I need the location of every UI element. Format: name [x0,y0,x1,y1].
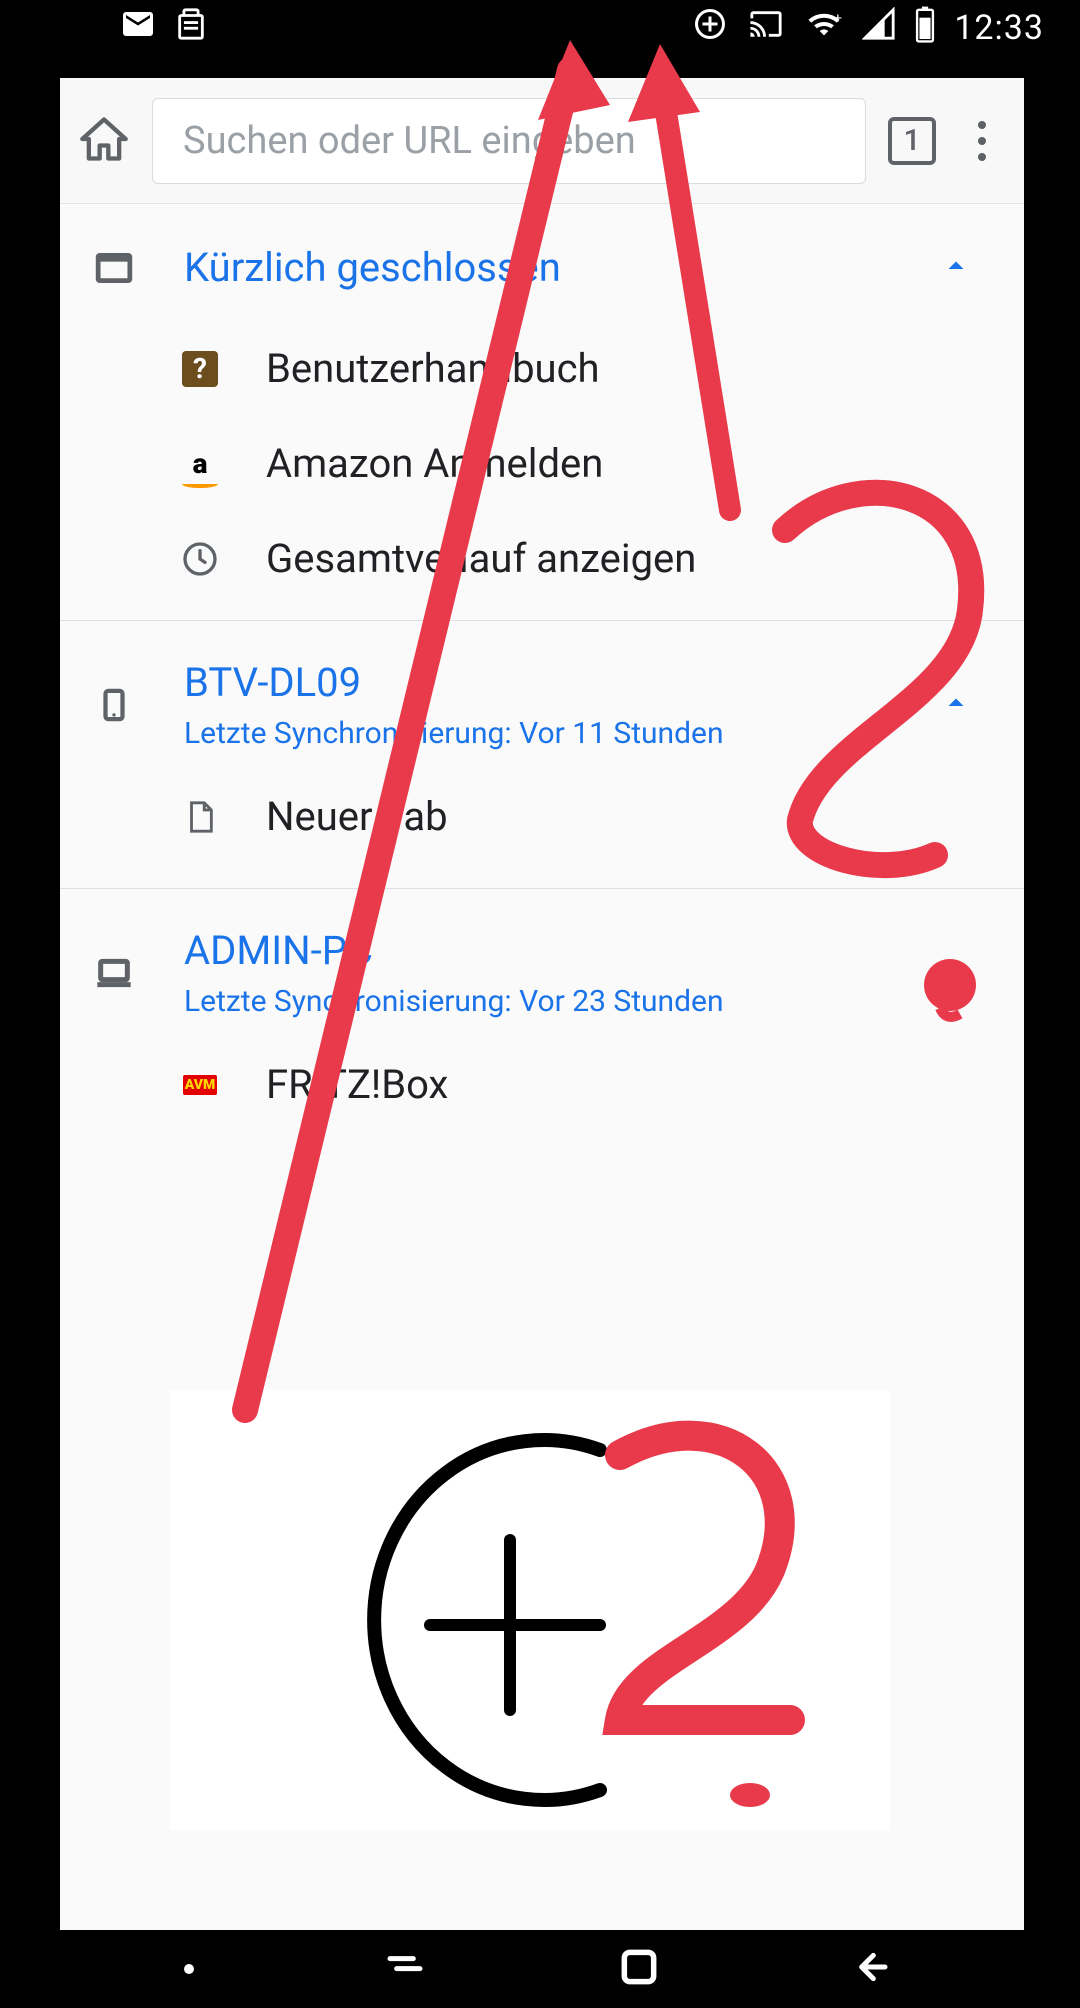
list-item[interactable]: ? Benutzerhandbuch [60,321,1024,416]
item-label: Benutzerhandbuch [266,345,600,392]
page-icon [180,797,220,837]
item-label: FRITZ!Box [266,1061,448,1108]
overflow-menu-button[interactable] [958,121,1006,161]
section-recently-closed[interactable]: Kürzlich geschlossen [60,204,1024,321]
section-device[interactable]: ADMIN-PC Letzte Synchronisierung: Vor 23… [60,897,1024,1027]
tabs-count: 1 [903,123,920,158]
clock-icon [180,539,220,579]
item-label: Amazon Anmelden [266,440,603,487]
device-sync-status: Letzte Synchronisierung: Vor 23 Stunden [184,984,892,1019]
clipboard-icon [174,5,208,52]
device-sync-status: Letzte Synchronisierung: Vor 11 Stunden [184,716,892,751]
chevron-up-icon[interactable] [938,248,974,288]
divider [60,888,1024,889]
recently-closed-icon [90,249,138,287]
list-item[interactable]: Neuer Tab [60,759,1024,874]
url-bar[interactable]: Suchen oder URL eingeben [152,98,866,184]
android-status-bar: + 12:33 [0,0,1080,56]
status-clock: 12:33 [954,8,1044,48]
android-nav-bar [0,1930,1080,2008]
fritzbox-favicon: AVM [180,1065,220,1105]
laptop-icon [90,953,138,993]
nav-indicator-dot [184,1964,194,1974]
annotation-sketch-panel [170,1390,890,1830]
item-label: Neuer Tab [266,793,448,840]
divider [60,620,1024,621]
chevron-up-icon[interactable] [938,953,974,993]
url-placeholder: Suchen oder URL eingeben [183,119,636,163]
chrome-toolbar: Suchen oder URL eingeben 1 [60,78,1024,204]
back-button[interactable] [844,1947,896,1991]
phone-icon [90,679,138,731]
item-label: Gesamtverlauf anzeigen [266,535,696,582]
annotation-cplus-symbol [170,1390,890,1830]
chevron-up-icon[interactable] [938,685,974,725]
wifi-icon: + [804,7,844,50]
list-item[interactable]: a Amazon Anmelden [60,416,1024,511]
section-device[interactable]: BTV-DL09 Letzte Synchronisierung: Vor 11… [60,629,1024,759]
signal-icon [862,7,896,50]
amazon-favicon: a [180,444,220,484]
list-item[interactable]: AVM FRITZ!Box [60,1027,1024,1132]
svg-text:+: + [834,10,842,26]
data-saver-icon [692,6,728,51]
device-name: ADMIN-PC [184,927,892,974]
recently-closed-title: Kürzlich geschlossen [184,244,892,291]
battery-icon [914,5,936,52]
full-history-link[interactable]: Gesamtverlauf anzeigen [60,511,1024,606]
tabs-button[interactable]: 1 [888,117,936,165]
recents-button[interactable] [377,1947,433,1991]
device-name: BTV-DL09 [184,659,892,706]
home-button[interactable] [78,113,130,169]
mail-icon [120,6,156,51]
help-favicon: ? [180,349,220,389]
cast-icon [746,7,786,50]
home-nav-button[interactable] [617,1945,661,1993]
